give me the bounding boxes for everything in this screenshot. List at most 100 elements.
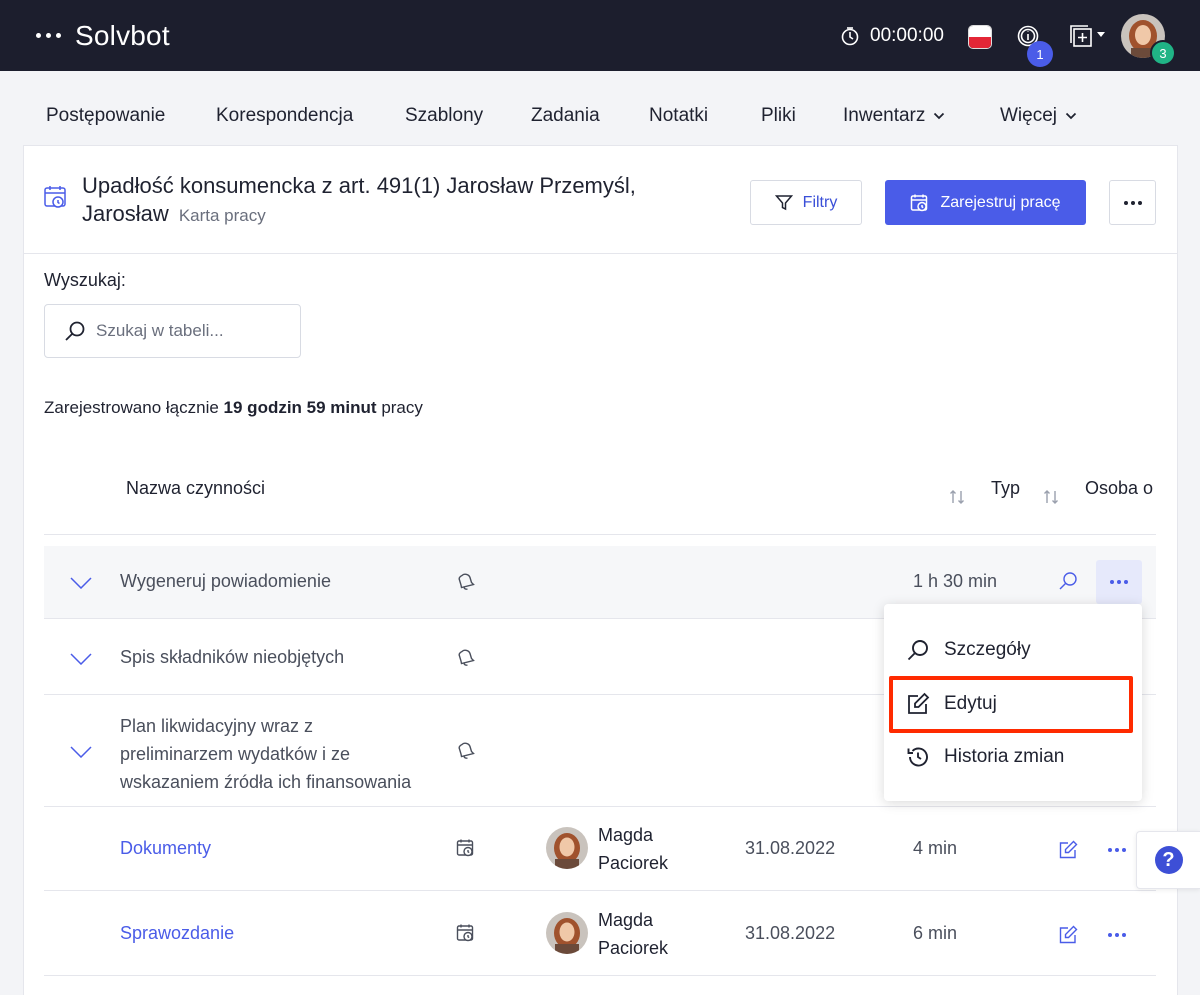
case-title-line1: Upadłość konsumencka z art. 491(1) Jaros… — [82, 173, 636, 198]
search-icon[interactable] — [1058, 571, 1078, 591]
chevron-down-icon — [1065, 112, 1077, 120]
row-name: Wygeneruj powiadomienie — [120, 571, 331, 591]
more-options-button[interactable] — [1109, 180, 1156, 225]
entry-link[interactable]: Dokumenty — [120, 838, 211, 859]
chevron-down-icon[interactable] — [1096, 31, 1106, 39]
bell-icon — [458, 649, 475, 666]
tab-bar: Postępowanie Korespondencja Szablony Zad… — [0, 95, 1200, 135]
bell-icon — [458, 742, 475, 759]
column-header-name[interactable]: Nazwa czynności — [126, 478, 265, 499]
header-divider — [23, 253, 1178, 254]
menu-item-label: Historia zmian — [944, 746, 1065, 767]
app-menu-icon[interactable] — [36, 27, 62, 43]
calendar-clock-icon — [456, 924, 474, 942]
filter-icon — [774, 194, 793, 210]
info-badge: 1 — [1027, 41, 1053, 67]
tab-pliki[interactable]: Pliki — [761, 105, 796, 127]
person-last-name: Paciorek — [598, 938, 669, 958]
case-title-line2: Jarosław — [82, 201, 169, 226]
add-window-icon[interactable] — [1068, 23, 1094, 49]
entry-date: 31.08.2022 — [745, 923, 836, 943]
sort-icon[interactable] — [948, 488, 966, 506]
row-name-line: wskazaniem źródła ich finansowania — [120, 772, 412, 792]
person-first-name: Magda — [598, 825, 654, 845]
chevron-down-icon[interactable] — [70, 653, 92, 665]
work-summary: Zarejestrowano łącznie 19 godzin 59 minu… — [44, 398, 423, 418]
entry-duration: 4 min — [913, 838, 958, 858]
tab-label: Postępowanie — [46, 105, 166, 126]
language-flag-icon[interactable] — [968, 25, 992, 49]
tab-label: Pliki — [761, 105, 796, 126]
tab-korespondencja[interactable]: Korespondencja — [216, 105, 353, 127]
app-title: Solvbot — [75, 20, 170, 51]
row-separator — [44, 975, 1156, 976]
person-name: Magda Paciorek — [598, 821, 668, 877]
highlight-annotation — [889, 676, 1133, 733]
chevron-down-icon — [934, 112, 945, 120]
help-icon: ? — [1154, 846, 1183, 874]
edit-icon[interactable] — [1058, 925, 1078, 945]
tab-szablony[interactable]: Szablony — [405, 105, 483, 127]
filter-button[interactable]: Filtry — [750, 180, 862, 225]
filter-button-label: Filtry — [802, 193, 838, 211]
entry-duration: 6 min — [913, 923, 958, 943]
column-header-type[interactable]: Typ — [991, 478, 1020, 499]
entry-date: 31.08.2022 — [745, 838, 836, 858]
tab-wiecej[interactable]: Więcej — [1000, 105, 1077, 127]
register-work-button[interactable]: Zarejestruj pracę — [885, 180, 1086, 225]
calendar-clock-icon — [911, 194, 928, 211]
register-work-label: Zarejestruj pracę — [940, 193, 1061, 211]
search-icon — [907, 640, 928, 661]
tab-label: Więcej — [1000, 105, 1058, 126]
help-button[interactable]: ? — [1136, 831, 1200, 889]
calendar-clock-icon — [456, 839, 474, 857]
chevron-down-icon[interactable] — [70, 746, 92, 758]
entry-link[interactable]: Sprawozdanie — [120, 923, 234, 944]
chevron-down-icon[interactable] — [70, 577, 92, 589]
column-header-person[interactable]: Osoba o — [1085, 478, 1156, 499]
bell-icon — [458, 573, 475, 590]
edit-icon[interactable] — [1058, 840, 1078, 860]
tab-label: Korespondencja — [216, 105, 354, 126]
timer-display: 00:00:00 — [870, 25, 944, 46]
sort-icon[interactable] — [1042, 488, 1060, 506]
timer-icon[interactable] — [840, 26, 860, 46]
history-icon — [907, 747, 928, 767]
person-name: Magda Paciorek — [598, 906, 668, 962]
tab-notatki[interactable]: Notatki — [649, 105, 708, 127]
search-input[interactable] — [96, 318, 291, 344]
header-separator — [44, 534, 1156, 535]
menu-item-label: Szczegóły — [944, 639, 1031, 660]
tab-inwentarz[interactable]: Inwentarz — [843, 105, 945, 127]
search-label: Wyszukaj: — [44, 270, 126, 290]
menu-item-history[interactable]: Historia zmian — [884, 734, 1142, 780]
summary-suffix: pracy — [381, 398, 423, 417]
row-separator — [44, 806, 1156, 807]
menu-item-details[interactable]: Szczegóły — [884, 627, 1142, 673]
row-name: Spis składników nieobjętych — [120, 647, 345, 667]
tab-label: Zadania — [531, 105, 600, 126]
case-title: Upadłość konsumencka z art. 491(1) Jaros… — [82, 172, 732, 230]
avatar — [546, 912, 588, 954]
search-icon — [65, 321, 85, 341]
tab-zadania[interactable]: Zadania — [531, 105, 600, 127]
row-more-button[interactable] — [1108, 933, 1126, 937]
row-name: Plan likwidacyjny wraz z preliminarzem w… — [120, 712, 411, 796]
row-separator — [44, 890, 1156, 891]
page-subtitle: Karta pracy — [178, 206, 266, 225]
row-name-line: preliminarzem wydatków i ze — [120, 744, 351, 764]
row-more-button[interactable] — [1096, 560, 1142, 604]
summary-total: 19 godzin 59 minut — [223, 398, 377, 417]
tab-postepowanie[interactable]: Postępowanie — [46, 105, 165, 127]
row-name-line: Plan likwidacyjny wraz z — [120, 716, 314, 736]
tab-label: Inwentarz — [843, 105, 926, 126]
person-first-name: Magda — [598, 910, 654, 930]
row-more-button[interactable] — [1108, 848, 1126, 852]
person-last-name: Paciorek — [598, 853, 669, 873]
avatar — [546, 827, 588, 869]
summary-prefix: Zarejestrowano łącznie — [44, 398, 219, 417]
tab-label: Notatki — [649, 105, 709, 126]
calendar-clock-icon — [44, 186, 66, 208]
user-notification-badge: 3 — [1150, 40, 1176, 66]
row-duration: 1 h 30 min — [913, 571, 998, 591]
